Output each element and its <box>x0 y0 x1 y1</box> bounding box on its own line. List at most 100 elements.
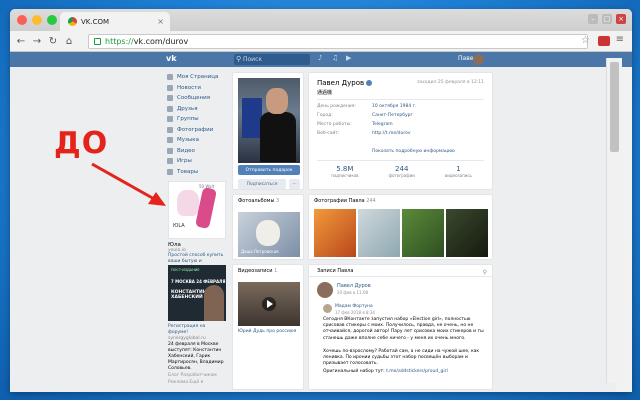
info-value[interactable]: http://t.me/durov <box>372 131 411 136</box>
card-title[interactable]: Видеозаписи 1 <box>238 268 277 274</box>
info-value[interactable]: Санкт-Петербург <box>372 113 413 118</box>
menu-item-market[interactable]: Товары <box>167 167 227 178</box>
page-scrollbar[interactable] <box>606 58 622 383</box>
music-icon[interactable]: ♫ <box>332 54 339 64</box>
info-value[interactable]: 10 октября 1984 г. <box>372 104 416 109</box>
more-actions-button[interactable]: ··· <box>289 179 300 189</box>
extension-icon[interactable] <box>598 36 610 46</box>
post-link[interactable]: t.me/addstickers/proud_girl <box>386 369 448 374</box>
album-caption: Даша Петровская <box>241 249 279 254</box>
footer-links[interactable]: Блог Разработчикам <box>168 372 228 379</box>
menu-item-photos[interactable]: Фотографии <box>167 125 227 136</box>
counter-followers[interactable]: 5.8M подписчиков <box>331 165 358 178</box>
divider <box>317 99 484 100</box>
post-date[interactable]: 20 фев в 11:08 <box>337 290 368 295</box>
close-tab-icon[interactable]: × <box>157 17 164 26</box>
show-more-info-link[interactable]: Показать подробную информацию <box>372 149 455 154</box>
profile-photo[interactable] <box>238 78 300 163</box>
minimize-window-button[interactable] <box>32 15 42 25</box>
back-arrow-icon[interactable]: ← <box>16 36 26 47</box>
vk-search-input[interactable]: Поиск <box>234 54 310 65</box>
wall-title[interactable]: Записи Павла <box>317 268 353 274</box>
divider <box>317 160 484 161</box>
left-footer: Блог Разработчикам Реклама Ещё ▾ <box>168 372 228 386</box>
photo-thumbnail[interactable] <box>314 209 356 257</box>
speaker-photo <box>204 285 224 321</box>
ad-caption-link[interactable]: Регистрация на форуме! <box>168 324 205 335</box>
close-window-button[interactable] <box>17 15 27 25</box>
menu-item-games[interactable]: Игры <box>167 156 227 167</box>
ad-brand: ЮLA <box>173 223 185 229</box>
counter-value: 5.8M <box>336 165 354 173</box>
browser-menu-icon[interactable]: ≡ <box>616 34 624 45</box>
last-seen: заходил 25 февраля в 12:11 <box>416 80 484 85</box>
maximize-icon[interactable]: □ <box>602 14 612 24</box>
zoom-window-button[interactable] <box>47 15 57 25</box>
verified-icon <box>366 80 373 86</box>
person-body <box>260 112 296 162</box>
menu-label: Видео <box>177 147 195 154</box>
repost-author[interactable]: Мадам Фортуна <box>335 304 373 309</box>
counter-videos[interactable]: 1 видеозапись <box>445 165 472 178</box>
minimize-icon[interactable]: – <box>588 14 598 24</box>
photo-thumbnail[interactable] <box>402 209 444 257</box>
search-icon[interactable]: ⚲ <box>483 267 487 279</box>
photo-thumbnail[interactable] <box>446 209 488 257</box>
menu-item-friends[interactable]: Друзья <box>167 104 227 115</box>
header-avatar[interactable] <box>473 54 484 65</box>
menu-label: Музыка <box>177 137 199 144</box>
photos-card: Фотографии Павла 244 <box>308 194 493 260</box>
header-icons: ♪ ♫ ▶ <box>318 54 353 64</box>
counter-label: видеозапись <box>444 173 472 178</box>
card-title[interactable]: Фотографии Павла 244 <box>314 198 376 204</box>
play-icon[interactable] <box>262 297 276 311</box>
albums-title: Фотоальбомы <box>238 198 275 204</box>
video-thumbnail[interactable] <box>238 282 300 326</box>
menu-item-messages[interactable]: Сообщения <box>167 93 227 104</box>
send-gift-button[interactable]: Отправить подарок <box>238 165 300 175</box>
counter-photos[interactable]: 244 фотографии <box>389 165 415 178</box>
counter-label: фотографии <box>388 173 415 178</box>
browser-tab[interactable]: VK.COM × <box>60 12 170 31</box>
ad-image[interactable]: ПОСТ·ИЗДАНИЕ 7 МОСКВА 24 ФЕВРАЛЯ КОНСТАН… <box>168 265 226 321</box>
vk-page: Моя Страница Новости Сообщения Друзья Гр… <box>10 67 616 392</box>
url-bar[interactable]: https://vk.com/durov <box>88 34 588 49</box>
scrollbar-thumb[interactable] <box>610 62 619 152</box>
video-caption[interactable]: Юрий Дудь про россиюя <box>238 329 296 334</box>
ad-caption: Регистрация на форуме! synergyglobal.ru … <box>168 324 226 372</box>
avatar[interactable] <box>323 304 332 313</box>
play-icon[interactable]: ▶ <box>346 54 353 64</box>
home-icon[interactable]: ⌂ <box>64 36 74 47</box>
album-thumbnail[interactable]: Даша Петровская <box>238 212 300 257</box>
ad-forum[interactable]: ПОСТ·ИЗДАНИЕ 7 МОСКВА 24 ФЕВРАЛЯ КОНСТАН… <box>168 265 226 372</box>
close-icon[interactable]: × <box>616 14 626 24</box>
menu-item-my-page[interactable]: Моя Страница <box>167 72 227 83</box>
post-author[interactable]: Павел Дуров <box>337 283 371 289</box>
card-title[interactable]: Фотоальбомы 3 <box>238 198 279 204</box>
reload-icon[interactable]: ↻ <box>48 36 58 47</box>
footer-links[interactable]: Реклама Ещё ▾ <box>168 379 228 386</box>
forward-arrow-icon[interactable]: → <box>32 36 42 47</box>
wall-card: Записи Павла ⚲ Павел Дуров 20 фев в 11:0… <box>308 264 494 390</box>
subscribe-button[interactable]: Подписаться <box>238 179 286 189</box>
photo-thumbnail[interactable] <box>358 209 400 257</box>
vk-logo[interactable]: vk <box>166 54 182 65</box>
post-text: Сегодня ВКонтакте запустил набор «Electi… <box>323 317 484 341</box>
bookmark-star-icon[interactable]: ☆ <box>581 35 590 46</box>
profile-name: Павел Дуров <box>317 79 373 87</box>
videos-card: Видеозаписи 1 Юрий Дудь про россиюя <box>232 264 304 390</box>
ad-image[interactable]: 50 Walt ЮLA <box>168 181 226 239</box>
menu-item-news[interactable]: Новости <box>167 83 227 94</box>
avatar[interactable] <box>317 282 333 298</box>
menu-item-video[interactable]: Видео <box>167 146 227 157</box>
menu-item-groups[interactable]: Группы <box>167 114 227 125</box>
ad-caption-text: 24 февраля в Москве выступят: Константин… <box>168 342 224 371</box>
ad-youla[interactable]: 50 Walt ЮLA Юла youla.io Простой способ … <box>168 181 226 271</box>
info-value[interactable]: Telegram <box>372 122 393 127</box>
menu-item-music[interactable]: Музыка <box>167 135 227 146</box>
menu-label: Сообщения <box>177 95 211 102</box>
ad-caption-source: synergyglobal.ru <box>168 336 206 341</box>
product-image <box>177 190 199 216</box>
notifications-bell-icon[interactable]: ♪ <box>318 54 325 64</box>
messages-icon <box>167 95 173 102</box>
